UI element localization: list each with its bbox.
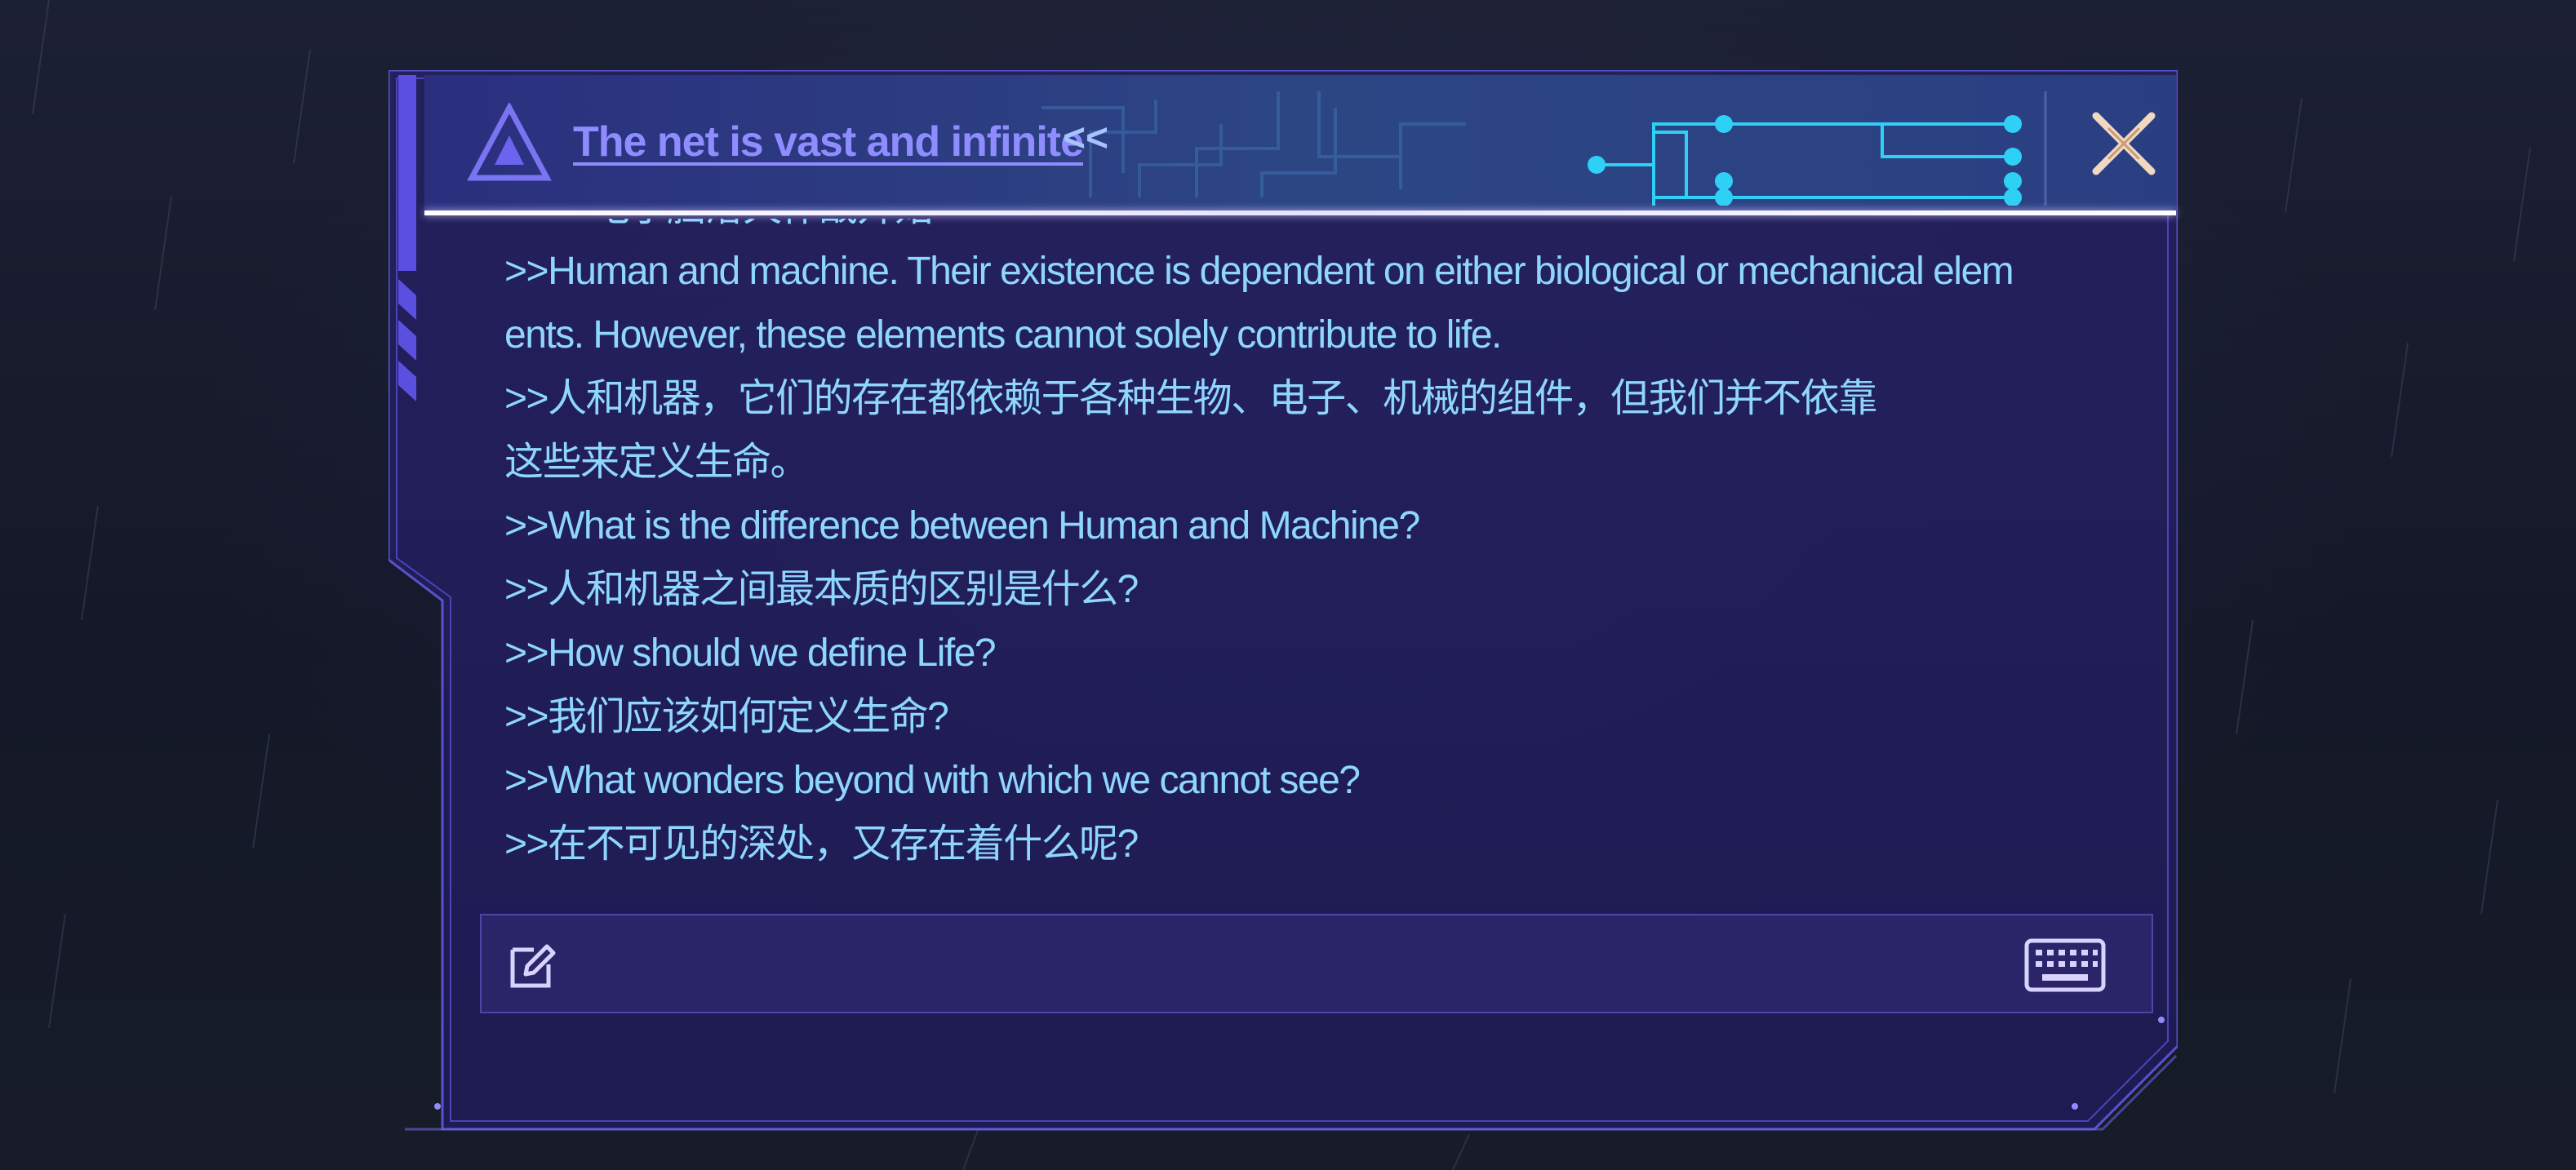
log-line: >>Human and machine. Their existence is … [504,250,2014,293]
log-line: >>>>电子脑溶天作战开始<<<< [504,219,2013,240]
title-chevron-icon: << [1063,117,1109,160]
log-line: >>我们应该如何定义生命? [504,695,949,738]
log-line: >>What wonders beyond with which we cann… [504,759,1361,802]
log-line: >>在不可见的深处，又存在着什么呢? [504,822,1139,866]
terminal-panel: The net is vast and infinite << >>>>电子脑溶… [389,70,2178,1136]
close-icon[interactable] [2085,104,2163,183]
warning-triangle-icon [467,103,552,181]
log-line: 这些来定义生命。 [504,441,810,484]
header: The net is vast and infinite << [421,75,2160,206]
log-line: >>How should we define Life? [504,632,997,675]
log-line: >>What is the difference between Human a… [504,504,1420,547]
command-input-bar [480,914,2153,1013]
command-input[interactable] [560,930,2032,997]
log-lines: >>>>电子脑溶天作战开始<<<< >>Human and machine. T… [504,219,2014,876]
left-accent-bar [398,75,416,401]
log-line: >>人和机器之间最本质的区别是什么? [504,568,1139,611]
keyboard-icon[interactable] [2024,938,2106,992]
log-line: ents. However, these elements cannot sol… [504,313,1502,357]
terminal-log[interactable]: >>>>电子脑溶天作战开始<<<< >>Human and machine. T… [504,219,2129,958]
page-title[interactable]: The net is vast and infinite [573,117,1084,166]
header-divider [424,211,2176,215]
edit-icon[interactable] [506,938,560,992]
log-line: >>人和机器，它们的存在都依赖于各种生物、电子、机械的组件，但我们并不依靠 [504,377,1877,420]
